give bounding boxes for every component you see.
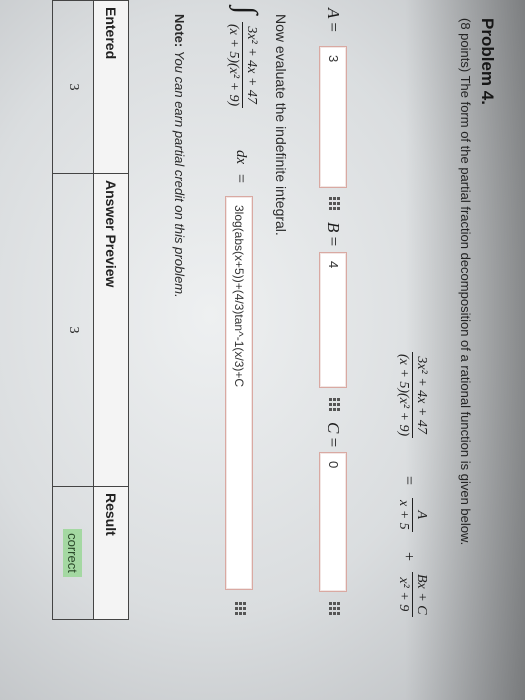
results-header-row: Entered Answer Preview Result [93,0,129,620]
equation-equals: = [400,476,417,486]
b-equation-editor-icon[interactable] [328,398,340,412]
integrand-numerator: 3x² + 4x + 47 [244,26,259,104]
term2-numerator: Bx + C [414,574,429,615]
integral-equals: = [232,174,249,184]
term1-denominator: x + 5 [395,498,413,532]
lhs-numerator: 3x² + 4x + 47 [414,356,429,434]
integral-answer-input[interactable]: 3log(abs(x+5))+(4/3)tan^-1(x/3)+C [225,196,253,590]
results-table: Entered Answer Preview Result 3 3 correc… [52,0,129,620]
integral-sign: ∫ [230,6,263,15]
a-equation-editor-icon[interactable] [328,197,340,211]
integral-equation-editor-icon[interactable] [234,602,246,616]
integral-prompt: Now evaluate the indefinite integral. [273,14,289,236]
result-cell: correct [52,486,94,620]
integral-answer-value: 3log(abs(x+5))+(4/3)tan^-1(x/3)+C [232,205,246,388]
term2-fraction: Bx + C x² + 9 [395,572,429,617]
lhs-fraction: 3x² + 4x + 47 (x + 5)(x² + 9) [395,352,429,439]
b-label: B = [324,222,343,247]
b-input[interactable]: 4 [319,252,347,388]
a-label: A = [324,8,343,32]
term1-numerator: A [414,510,429,520]
note-label: Note: [172,14,187,48]
partial-credit-note: Note: You can earn partial credit on thi… [172,14,187,298]
c-label: C = [324,422,343,448]
integral-dx: dx [233,150,249,165]
lhs-denominator: (x + 5)(x² + 9) [395,352,413,439]
note-text: You can earn partial credit on this prob… [172,47,187,298]
problem-page: Problem 4. (8 points) The form of the pa… [0,0,525,700]
problem-title: Problem 4. [478,18,497,105]
integrand-fraction: 3x² + 4x + 47 (x + 5)(x² + 9) [225,22,259,109]
integrand-denominator: (x + 5)(x² + 9) [225,22,243,109]
header-answer-preview: Answer Preview [93,173,129,487]
c-equation-editor-icon[interactable] [328,602,340,616]
term1-fraction: A x + 5 [395,498,429,532]
header-result: Result [93,486,129,620]
entered-cell: 3 [52,0,94,174]
term2-denominator: x² + 9 [395,572,413,617]
a-input[interactable]: 3 [319,46,347,188]
a-input-value: 3 [326,55,341,63]
table-row: 3 3 correct [52,0,94,620]
photo-backdrop: Problem 4. (8 points) The form of the pa… [0,0,525,700]
header-entered: Entered [93,0,129,174]
preview-cell: 3 [52,173,94,487]
c-input[interactable]: 0 [319,452,347,592]
c-input-value: 0 [326,461,341,469]
problem-description: (8 points) The form of the partial fract… [458,18,473,546]
status-badge: correct [63,529,83,577]
b-input-value: 4 [326,261,341,269]
equation-plus: + [400,552,417,562]
